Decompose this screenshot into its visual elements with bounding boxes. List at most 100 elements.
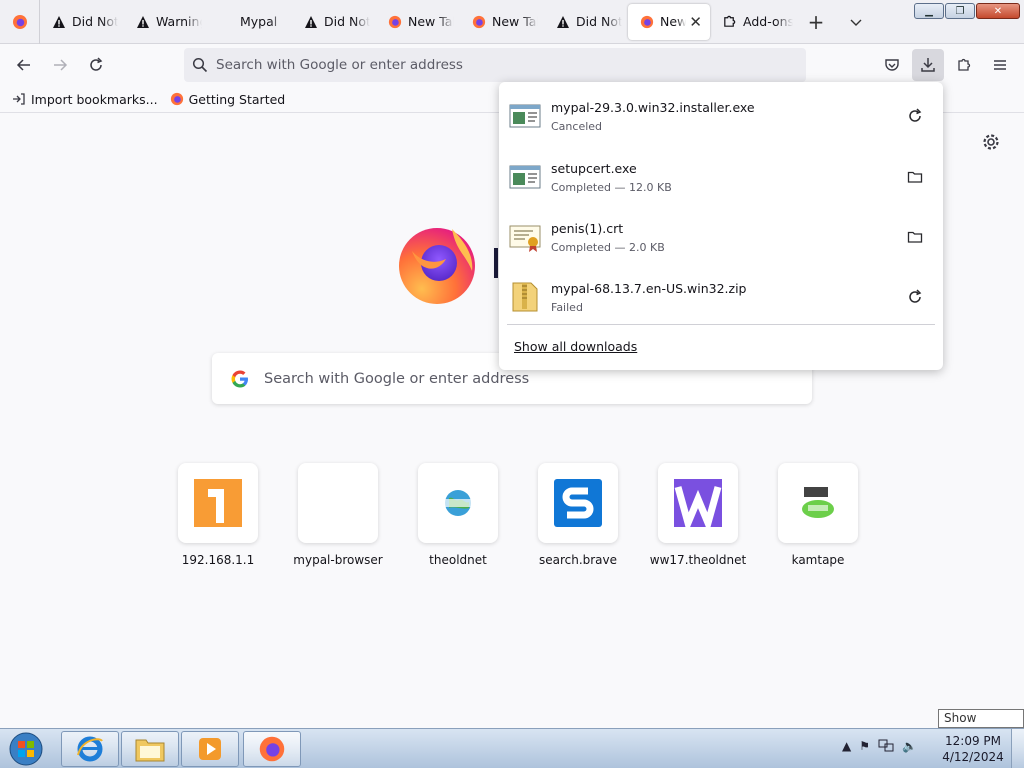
- zip-icon: [512, 282, 538, 312]
- extensions-button[interactable]: [948, 49, 980, 81]
- chevron-down-icon: [850, 19, 862, 26]
- tab-label: Did Not: [576, 14, 622, 29]
- download-status: Completed — 2.0 KB: [551, 241, 665, 254]
- close-tab-icon[interactable]: ✕: [689, 13, 702, 31]
- network-icon[interactable]: [878, 739, 894, 753]
- top-site-tile[interactable]: kamtape: [758, 463, 878, 567]
- warning-icon: [137, 15, 149, 28]
- action-center-flag-icon[interactable]: ⚑: [859, 739, 870, 753]
- top-site-tile[interactable]: ww17.theoldnet: [638, 463, 758, 567]
- forward-button[interactable]: [42, 49, 78, 81]
- minimize-button[interactable]: ▁: [914, 3, 944, 19]
- download-icon: [921, 58, 935, 72]
- retry-download-button[interactable]: [901, 102, 929, 130]
- top-site-tile[interactable]: mypal-browser: [278, 463, 398, 567]
- list-all-tabs-button[interactable]: [836, 0, 876, 44]
- back-button[interactable]: [6, 49, 42, 81]
- bookmark-label: Getting Started: [188, 91, 286, 107]
- exe-icon: [509, 104, 541, 128]
- download-item[interactable]: penis(1).crt Completed — 2.0 KB: [499, 213, 943, 273]
- app-menu-button[interactable]: [984, 49, 1016, 81]
- folder-icon: [907, 171, 923, 183]
- top-site-label: 192.168.1.1: [181, 553, 255, 567]
- tab-new-tab-2[interactable]: New Tab: [460, 0, 544, 44]
- bookmark-getting-started[interactable]: Getting Started: [170, 91, 286, 107]
- pocket-button[interactable]: [876, 49, 908, 81]
- firefox-icon: [259, 736, 285, 762]
- show-in-folder-button[interactable]: [901, 223, 929, 251]
- show-desktop-button[interactable]: [1011, 729, 1024, 768]
- download-item[interactable]: setupcert.exe Completed — 12.0 KB: [499, 153, 943, 213]
- restore-icon: ❐: [955, 5, 965, 17]
- show-all-downloads-link[interactable]: Show all downloads: [514, 339, 637, 354]
- tab-did-not-3[interactable]: Did Not: [544, 0, 628, 44]
- exe-icon: [509, 165, 541, 189]
- tab-did-not-2[interactable]: Did Not: [292, 0, 376, 44]
- number-one-icon: [194, 479, 242, 527]
- clock[interactable]: 12:09 PM 4/12/2024: [936, 733, 1010, 765]
- download-filename: mypal-68.13.7.en-US.win32.zip: [551, 281, 747, 296]
- windows-orb-icon: [9, 732, 43, 766]
- reload-icon: [90, 57, 103, 71]
- taskbar-internet-explorer[interactable]: [61, 731, 119, 767]
- new-tab-button[interactable]: +: [796, 0, 836, 44]
- top-site-label: theoldnet: [429, 553, 487, 567]
- newtab-search-placeholder: Search with Google or enter address: [264, 370, 530, 387]
- folder-icon: [135, 739, 165, 762]
- retry-icon: [909, 108, 922, 122]
- top-sites: 192.168.1.1 mypal-browser theoldnet sear…: [158, 463, 878, 567]
- tab-mypal[interactable]: Mypal: [208, 0, 292, 44]
- reload-button[interactable]: [78, 49, 114, 81]
- top-site-label: kamtape: [791, 553, 845, 567]
- taskbar-firefox[interactable]: [243, 731, 301, 767]
- minimize-icon: ▁: [925, 5, 933, 17]
- firefox-icon: [12, 14, 27, 29]
- top-site-tile[interactable]: 192.168.1.1: [158, 463, 278, 567]
- top-site-label: search.brave: [538, 553, 618, 567]
- taskbar-explorer[interactable]: [121, 731, 179, 767]
- show-in-folder-button[interactable]: [901, 163, 929, 191]
- personalize-button[interactable]: [982, 133, 1004, 155]
- retry-download-button[interactable]: [901, 283, 929, 311]
- gear-icon: [983, 134, 999, 150]
- clock-time: 12:09 PM: [945, 734, 1001, 748]
- tab-new-tab-1[interactable]: New Tab: [376, 0, 460, 44]
- top-site-tile[interactable]: search.brave: [518, 463, 638, 567]
- download-item[interactable]: mypal-29.3.0.win32.installer.exe Cancele…: [499, 92, 943, 152]
- top-site-icon-box: [298, 463, 378, 543]
- tab-label: New Tab: [408, 14, 454, 29]
- media-player-icon: [199, 738, 221, 760]
- start-button[interactable]: [4, 731, 48, 767]
- top-site-icon-box: [418, 463, 498, 543]
- divider: [507, 324, 935, 325]
- retry-icon: [909, 289, 922, 303]
- folder-icon: [907, 231, 923, 243]
- firefox-icon: [640, 15, 654, 28]
- volume-icon[interactable]: 🔈: [902, 739, 917, 753]
- w-letter-icon: [674, 479, 722, 527]
- show-hidden-icons-icon[interactable]: ▲: [842, 739, 851, 753]
- firefox-icon: [472, 15, 486, 28]
- tab-warning[interactable]: Warning: [124, 0, 208, 44]
- tab-label: Mypal: [240, 14, 278, 29]
- url-bar[interactable]: Search with Google or enter address: [184, 48, 806, 82]
- firefox-icon: [388, 15, 402, 28]
- restore-button[interactable]: ❐: [945, 3, 975, 19]
- system-tray: ▲ ⚑ 🔈: [842, 739, 917, 753]
- pocket-icon: [885, 59, 899, 71]
- certificate-icon: [509, 225, 541, 252]
- download-status: Canceled: [551, 120, 603, 133]
- url-bar-placeholder: Search with Google or enter address: [216, 57, 463, 73]
- bookmark-import[interactable]: Import bookmarks...: [12, 92, 158, 107]
- internet-explorer-icon: [77, 736, 103, 762]
- tab-did-not-1[interactable]: Did Not: [40, 0, 124, 44]
- close-window-button[interactable]: ✕: [976, 3, 1020, 19]
- tab-new-active[interactable]: New ✕: [628, 3, 710, 40]
- download-filename: penis(1).crt: [551, 221, 624, 236]
- download-status: Completed — 12.0 KB: [551, 181, 672, 194]
- firefox-view-button[interactable]: [0, 0, 40, 44]
- tab-add-ons[interactable]: Add-ons: [710, 0, 794, 44]
- taskbar-media-player[interactable]: [181, 731, 239, 767]
- top-site-tile[interactable]: theoldnet: [398, 463, 518, 567]
- downloads-button[interactable]: [912, 49, 944, 81]
